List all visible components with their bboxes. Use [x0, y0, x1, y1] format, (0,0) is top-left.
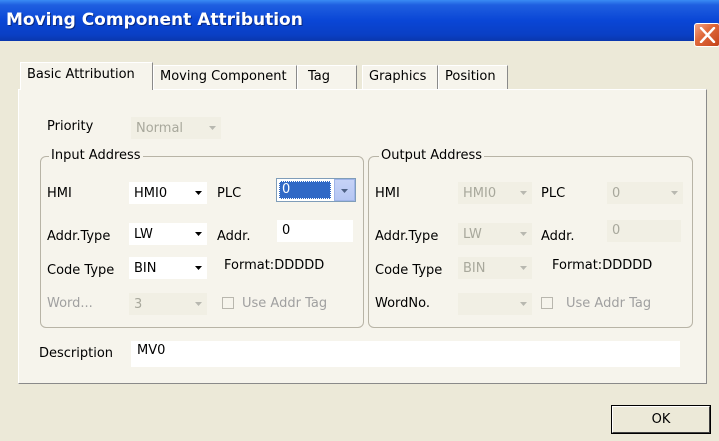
priority-value: Normal — [136, 121, 184, 136]
tab-label: Moving Component — [160, 69, 287, 84]
chevron-down-icon — [520, 191, 527, 195]
close-icon — [699, 27, 716, 43]
output-addr-type-value: LW — [463, 227, 482, 242]
tab-label: Basic Attribution — [27, 67, 135, 82]
output-address-legend: Output Address — [379, 148, 485, 163]
output-code-type-value: BIN — [463, 261, 486, 276]
output-plc-label: PLC — [541, 186, 566, 201]
input-addr-type-label: Addr.Type — [47, 229, 111, 244]
chevron-down-icon — [195, 266, 202, 270]
input-addr-type-value: LW — [134, 227, 153, 242]
chevron-down-icon — [195, 191, 202, 195]
input-plc-label: PLC — [217, 186, 242, 201]
input-code-type-label: Code Type — [47, 263, 115, 278]
description-label: Description — [39, 346, 114, 361]
output-hmi-select[interactable]: HMI0 — [457, 181, 533, 205]
output-addr-value: 0 — [612, 223, 621, 238]
input-format-label: Format:DDDDD — [224, 258, 325, 273]
input-word-label: Word... — [47, 296, 93, 311]
close-button[interactable] — [694, 23, 719, 47]
tab-basic-attribution[interactable]: Basic Attribution — [20, 62, 153, 90]
chevron-down-icon — [195, 302, 202, 306]
output-addr-type-select[interactable]: LW — [457, 222, 533, 246]
output-plc-select[interactable]: 0 — [606, 181, 684, 205]
window-title: Moving Component Attribution — [6, 10, 303, 30]
output-addr-type-label: Addr.Type — [375, 229, 439, 244]
output-word-select[interactable] — [457, 292, 533, 316]
input-address-legend: Input Address — [49, 148, 143, 163]
tab-label: Graphics — [369, 69, 427, 84]
input-word-select[interactable]: 3 — [128, 292, 208, 316]
output-plc-value: 0 — [612, 186, 621, 201]
input-addr-type-select[interactable]: LW — [128, 222, 208, 246]
output-hmi-label: HMI — [375, 186, 400, 201]
chevron-down-icon — [341, 189, 348, 193]
ok-button[interactable]: OK — [611, 405, 711, 434]
output-code-type-select[interactable]: BIN — [457, 256, 533, 280]
chevron-down-icon — [671, 191, 678, 195]
input-word-value: 3 — [134, 297, 143, 312]
input-addr-label: Addr. — [217, 229, 251, 244]
output-use-addr-tag-label: Use Addr Tag — [566, 296, 652, 311]
input-plc-value: 0 — [279, 181, 331, 199]
input-hmi-label: HMI — [47, 186, 72, 201]
chevron-down-icon — [520, 232, 527, 236]
output-use-addr-tag-checkbox[interactable] — [541, 297, 553, 309]
input-hmi-value: HMI0 — [134, 186, 168, 201]
dialog-window: Moving Component Attribution Basic Attri… — [0, 0, 719, 441]
priority-label: Priority — [47, 119, 94, 134]
chevron-down-icon — [209, 126, 216, 130]
dropdown-button[interactable] — [334, 179, 355, 201]
chevron-down-icon — [520, 302, 527, 306]
tab-label: Tag — [308, 69, 331, 84]
tab-label: Position — [445, 69, 496, 84]
tab-tag[interactable]: Tag — [297, 65, 357, 89]
input-plc-select[interactable]: 0 — [276, 178, 356, 202]
output-hmi-value: HMI0 — [463, 186, 497, 201]
output-addr-label: Addr. — [541, 229, 575, 244]
input-code-type-value: BIN — [134, 261, 157, 276]
description-value: MV0 — [137, 343, 166, 358]
description-field[interactable]: MV0 — [130, 340, 681, 368]
chevron-down-icon — [195, 232, 202, 236]
input-hmi-select[interactable]: HMI0 — [128, 181, 208, 205]
output-word-label: WordNo. — [375, 296, 430, 311]
tab-position[interactable]: Position — [438, 65, 508, 89]
output-format-label: Format:DDDDD — [552, 258, 653, 273]
chevron-down-icon — [520, 266, 527, 270]
tab-graphics[interactable]: Graphics — [362, 65, 438, 89]
input-addr-value: 0 — [282, 223, 291, 238]
input-use-addr-tag-label: Use Addr Tag — [242, 296, 328, 311]
output-code-type-label: Code Type — [375, 263, 443, 278]
input-use-addr-tag-checkbox[interactable] — [222, 297, 234, 309]
title-bar: Moving Component Attribution — [0, 0, 719, 41]
ok-button-label: OK — [651, 412, 671, 427]
input-addr-field[interactable]: 0 — [276, 219, 354, 243]
priority-select[interactable]: Normal — [130, 116, 222, 140]
output-addr-field[interactable]: 0 — [606, 219, 682, 243]
input-code-type-select[interactable]: BIN — [128, 256, 208, 280]
tab-moving-component[interactable]: Moving Component — [153, 65, 297, 89]
